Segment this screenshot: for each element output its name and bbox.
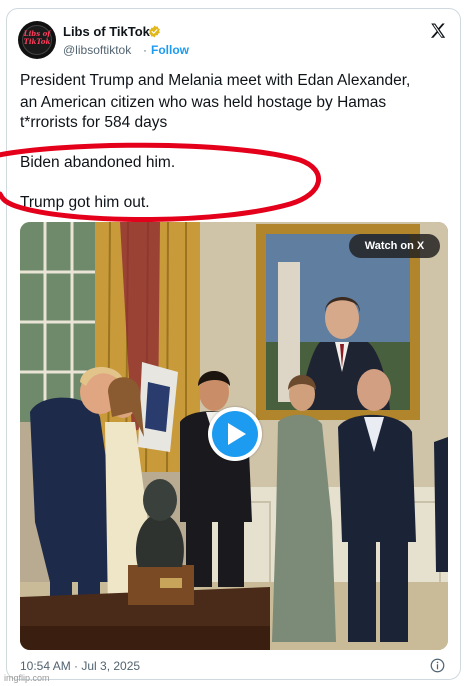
post-text-line-1: President Trump and Melania meet with Ed…	[20, 72, 411, 89]
post-timestamp[interactable]: 10:54 AM · Jul 3, 2025	[20, 659, 140, 673]
post-text-line-3: t*rrorists for 584 days	[20, 114, 168, 131]
post-text-line-2: an American citizen who was held hostage…	[20, 94, 387, 111]
author-handle[interactable]: @libsoftiktok	[63, 43, 131, 57]
info-icon[interactable]	[430, 658, 445, 673]
play-button[interactable]	[208, 407, 262, 461]
avatar-logo-text: Libs of TikTok	[23, 29, 51, 46]
play-icon	[228, 423, 246, 445]
verified-badge-icon	[149, 25, 160, 38]
red-circle-annotation	[0, 142, 321, 223]
handle-separator: ·	[143, 43, 147, 57]
watermark: imgflip.com	[4, 673, 50, 683]
x-logo-icon[interactable]	[429, 22, 447, 40]
follow-button[interactable]: Follow	[151, 43, 189, 57]
author-name[interactable]: Libs of TikTok	[63, 24, 150, 39]
avatar[interactable]: Libs of TikTok	[18, 21, 56, 59]
watch-on-x-button[interactable]: Watch on X	[349, 234, 440, 258]
